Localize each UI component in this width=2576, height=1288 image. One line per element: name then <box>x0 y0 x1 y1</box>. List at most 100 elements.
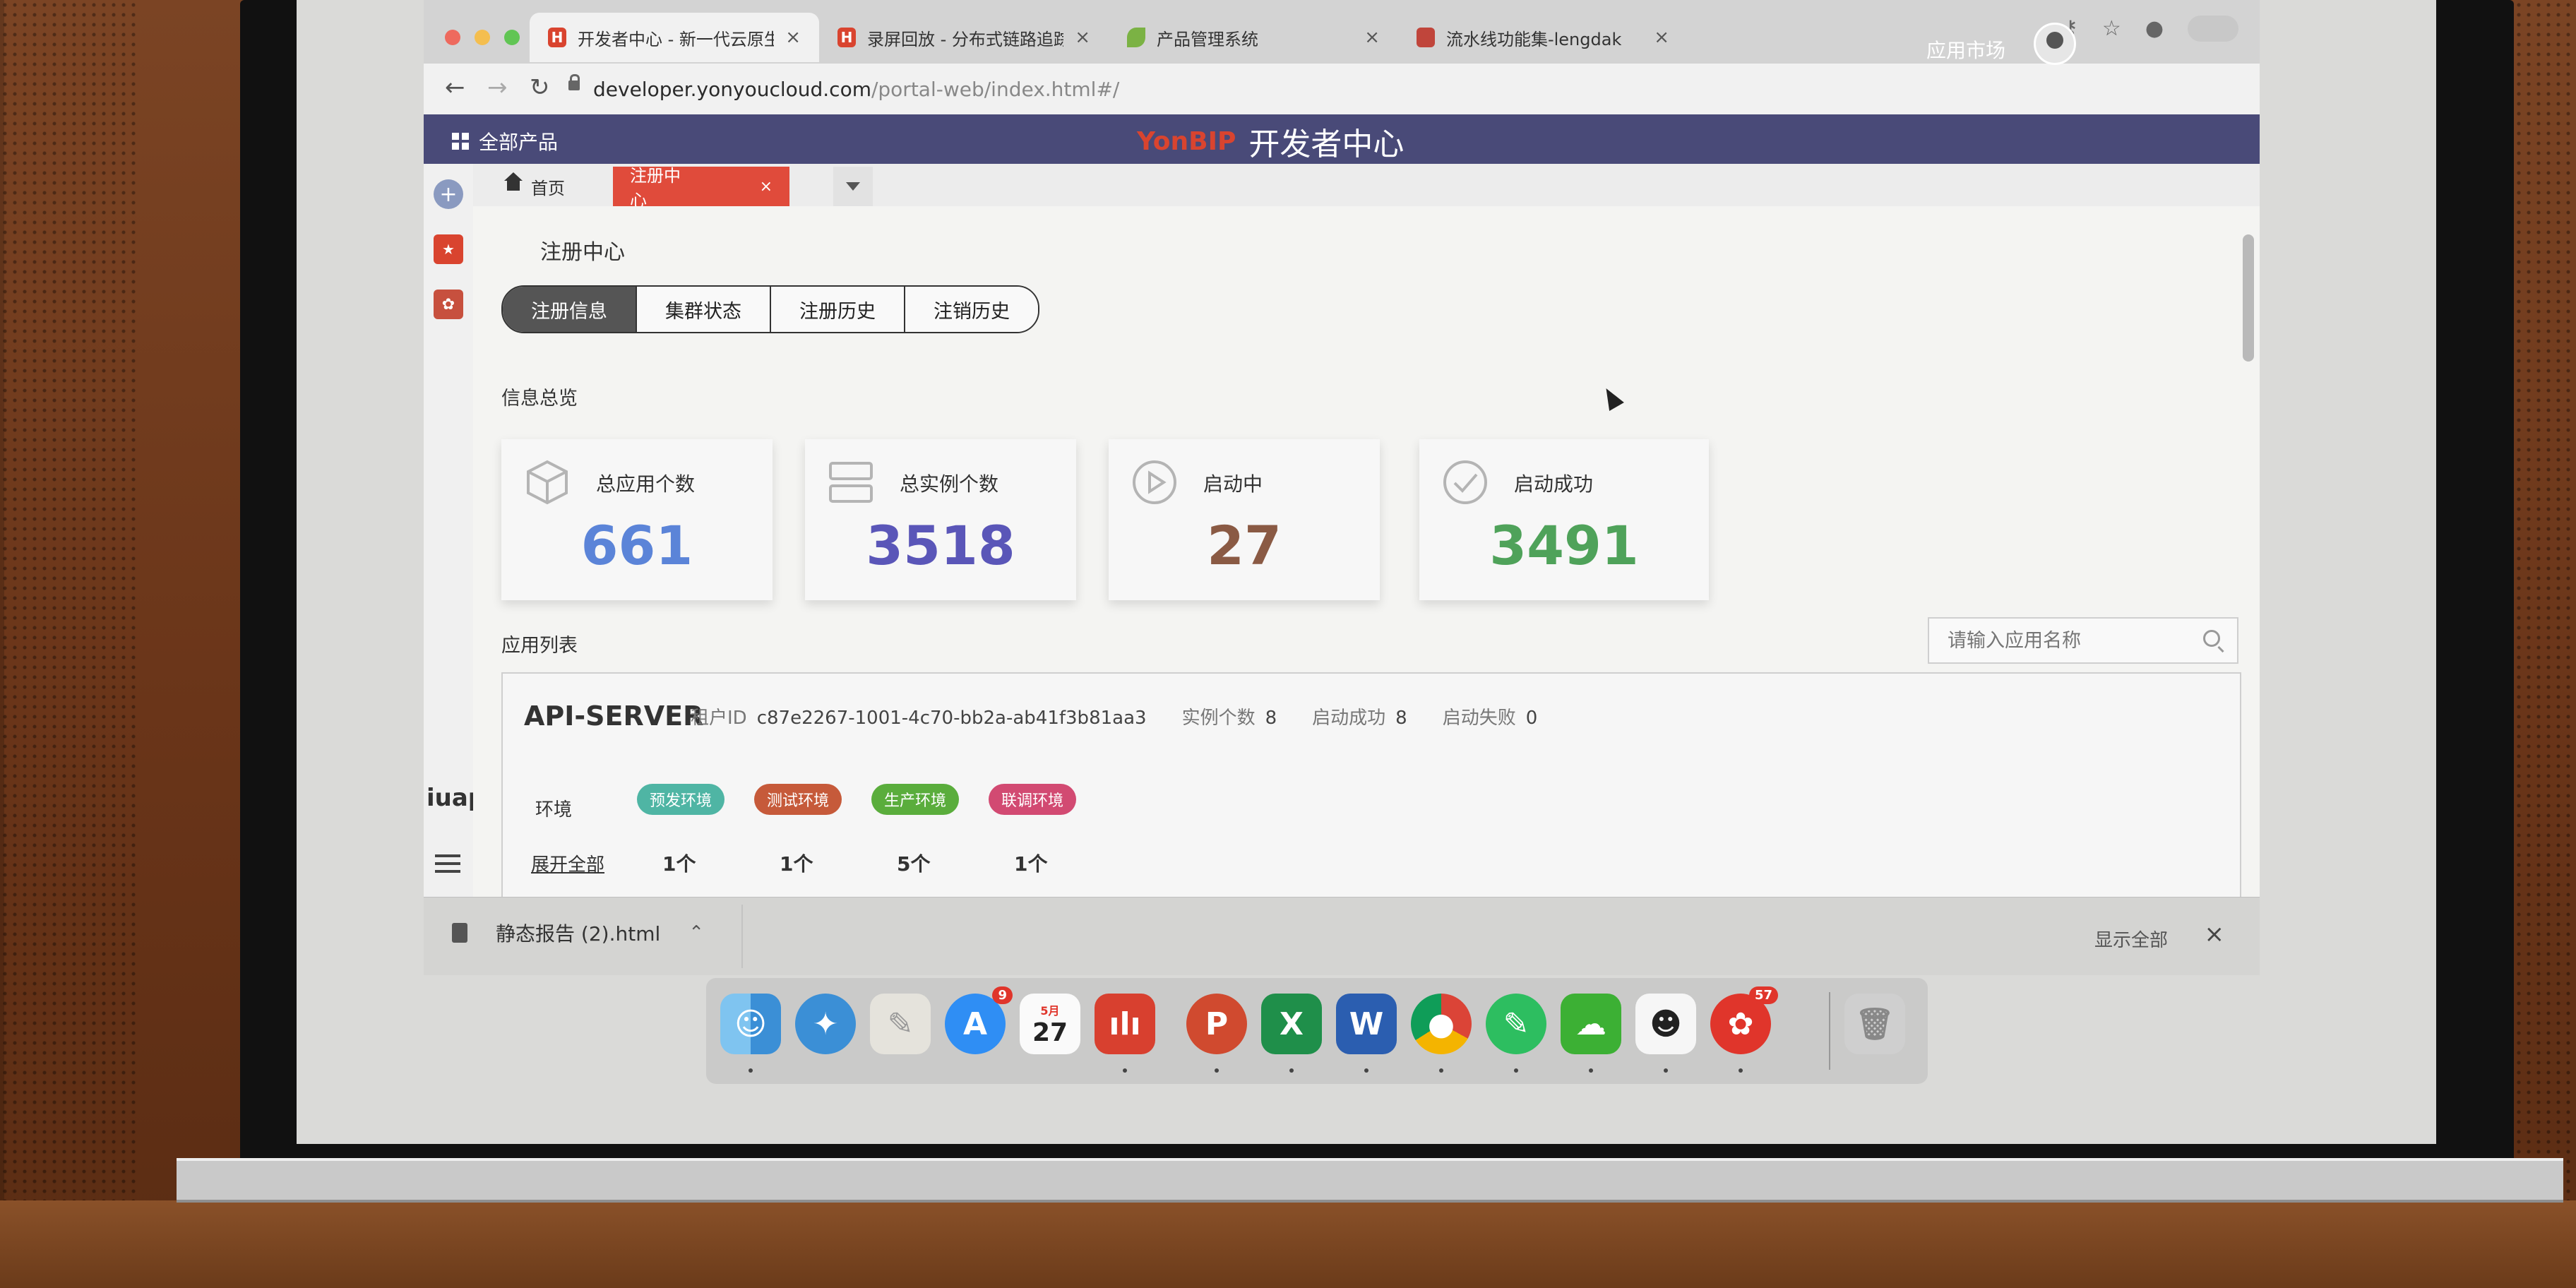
close-icon[interactable]: × <box>1364 27 1380 48</box>
env-tag-test[interactable]: 测试环境 <box>754 784 842 815</box>
tenant-id-value: c87e2267-1001-4c70-bb2a-ab41f3b81aa3 <box>756 708 1147 729</box>
leaf-icon <box>1127 28 1145 47</box>
wechat-icon[interactable]: ☁ <box>1561 994 1621 1054</box>
address-bar: ← → ↻ developer.yonyoucloud.com/portal-w… <box>424 64 2260 115</box>
dock-separator <box>1829 992 1830 1070</box>
close-icon[interactable]: × <box>1654 27 1669 48</box>
segment-registration-history[interactable]: 注册历史 <box>771 287 905 332</box>
download-filename: 静态报告 (2).html <box>496 922 661 946</box>
all-products-button[interactable]: 全部产品 <box>452 127 558 155</box>
env-tag-integration[interactable]: 联调环境 <box>989 784 1077 815</box>
app-meta: 租户ID c87e2267-1001-4c70-bb2a-ab41f3b81aa… <box>691 703 1537 729</box>
success-value: 8 <box>1395 708 1407 729</box>
close-window-dot[interactable] <box>445 30 460 45</box>
mouse-cursor-icon <box>1599 384 1624 411</box>
browser-tab[interactable]: H 录屏回放 - 分布式链路追踪 × <box>819 13 1109 62</box>
profile-icon[interactable]: ● <box>2145 16 2164 41</box>
page-tab-bar: 首页 注册中心 × <box>473 164 2260 210</box>
scrollbar[interactable] <box>2243 234 2254 362</box>
star-icon[interactable]: ☆ <box>2102 16 2121 41</box>
url-field[interactable]: developer.yonyoucloud.com/portal-web/ind… <box>593 78 1119 101</box>
close-icon[interactable]: × <box>1075 27 1090 48</box>
env-tag-staging[interactable]: 预发环境 <box>637 784 725 815</box>
trash-icon[interactable]: 🗑 <box>1844 994 1905 1054</box>
stat-label: 启动中 <box>1203 472 1263 496</box>
qq-icon[interactable]: ☻ <box>1635 994 1696 1054</box>
running-indicator <box>1739 1068 1743 1073</box>
browser-tab[interactable]: 产品管理系统 × <box>1109 13 1398 62</box>
browser-tab[interactable]: 流水线功能集-lengdak × <box>1398 13 1688 62</box>
browser-tab-title: 开发者中心 - 新一代云原生 <box>577 29 775 49</box>
download-item[interactable]: 静态报告 (2).html ⌃ <box>452 919 704 947</box>
segment-registration-info[interactable]: 注册信息 <box>503 287 637 332</box>
forward-arrow-icon[interactable]: → <box>487 73 508 102</box>
calendar-icon[interactable]: 5月 27 <box>1020 994 1080 1054</box>
app-name[interactable]: API-SERVER <box>524 700 703 732</box>
audio-app-icon[interactable]: ılı <box>1095 994 1155 1054</box>
tab-registry[interactable]: 注册中心 × <box>613 166 789 210</box>
divider <box>741 905 743 968</box>
back-arrow-icon[interactable]: ← <box>445 73 465 102</box>
segment-deregistration-history[interactable]: 注销历史 <box>905 287 1038 332</box>
app-card: API-SERVER 租户ID c87e2267-1001-4c70-bb2a-… <box>501 672 2241 915</box>
finder-icon[interactable]: ☺ <box>720 994 781 1054</box>
browser-tab[interactable]: H 开发者中心 - 新一代云原生 × <box>530 13 819 62</box>
avatar[interactable] <box>2034 23 2076 65</box>
failed-label: 启动失败 <box>1442 708 1516 729</box>
close-icon[interactable]: × <box>2205 920 2225 948</box>
app-market-link[interactable]: 应用市场 <box>1926 35 2005 64</box>
grid-icon <box>452 133 469 150</box>
segment-cluster-status[interactable]: 集群状态 <box>637 287 771 332</box>
browser-toolbar-right: ⚷ ☆ ● <box>2063 16 2238 42</box>
notes-icon[interactable]: ✎ <box>870 994 931 1054</box>
running-indicator <box>1664 1068 1668 1073</box>
check-circle-icon <box>1443 460 1487 504</box>
h-favicon-icon: H <box>548 28 566 47</box>
all-products-label: 全部产品 <box>479 131 559 154</box>
overview-heading: 信息总览 <box>501 388 578 410</box>
add-icon[interactable]: + <box>434 179 463 209</box>
excel-icon[interactable]: X <box>1261 994 1322 1054</box>
running-indicator <box>1439 1068 1443 1073</box>
favorites-icon[interactable]: ★ <box>434 234 463 264</box>
evernote-icon[interactable]: ✎ <box>1486 994 1546 1054</box>
chevron-up-icon[interactable]: ⌃ <box>688 922 704 943</box>
stat-value: 3518 <box>866 514 1015 577</box>
update-button[interactable] <box>2188 16 2238 42</box>
floor <box>0 1200 2576 1288</box>
chrome-icon[interactable]: ● <box>1411 994 1472 1054</box>
browser-tab-title: 流水线功能集-lengdak <box>1445 29 1622 49</box>
safari-icon[interactable]: ✦ <box>795 994 856 1054</box>
show-all-button[interactable]: 显示全部 <box>2094 926 2168 952</box>
app-icon[interactable]: ✿ <box>434 290 463 319</box>
stat-value: 661 <box>580 514 693 577</box>
tab-dropdown-button[interactable] <box>833 167 873 206</box>
maximize-window-dot[interactable] <box>504 30 520 45</box>
minimize-window-dot[interactable] <box>475 30 490 45</box>
close-icon[interactable]: × <box>760 178 773 196</box>
cube-icon <box>527 460 568 505</box>
search-icon[interactable] <box>2203 630 2220 647</box>
powerpoint-icon[interactable]: P <box>1186 994 1247 1054</box>
stat-card-total-instances: 总实例个数 3518 <box>805 439 1076 600</box>
app-list-heading: 应用列表 <box>501 635 578 657</box>
success-label: 启动成功 <box>1312 708 1386 729</box>
tab-home[interactable]: 首页 <box>487 167 582 206</box>
close-icon[interactable]: × <box>785 27 801 48</box>
app-store-badge: 9 <box>992 986 1013 1004</box>
env-tag-production[interactable]: 生产环境 <box>871 784 960 815</box>
word-icon[interactable]: W <box>1336 994 1397 1054</box>
window-controls <box>445 30 520 45</box>
flower-app-icon[interactable]: ✿ 57 <box>1710 986 1778 1054</box>
tab-registry-label: 注册中心 <box>630 166 681 210</box>
brand-title: 开发者中心 <box>1248 126 1405 162</box>
reload-icon[interactable]: ↻ <box>530 73 550 102</box>
file-icon <box>452 923 467 943</box>
stat-card-starting: 启动中 27 <box>1109 439 1380 600</box>
menu-icon[interactable] <box>435 854 460 878</box>
chevron-down-icon <box>846 182 860 191</box>
expand-all-link[interactable]: 展开全部 <box>531 850 604 876</box>
app-store-icon[interactable]: A9 <box>945 986 1013 1054</box>
stat-label: 总实例个数 <box>900 472 999 496</box>
search-input[interactable] <box>1929 619 2203 662</box>
